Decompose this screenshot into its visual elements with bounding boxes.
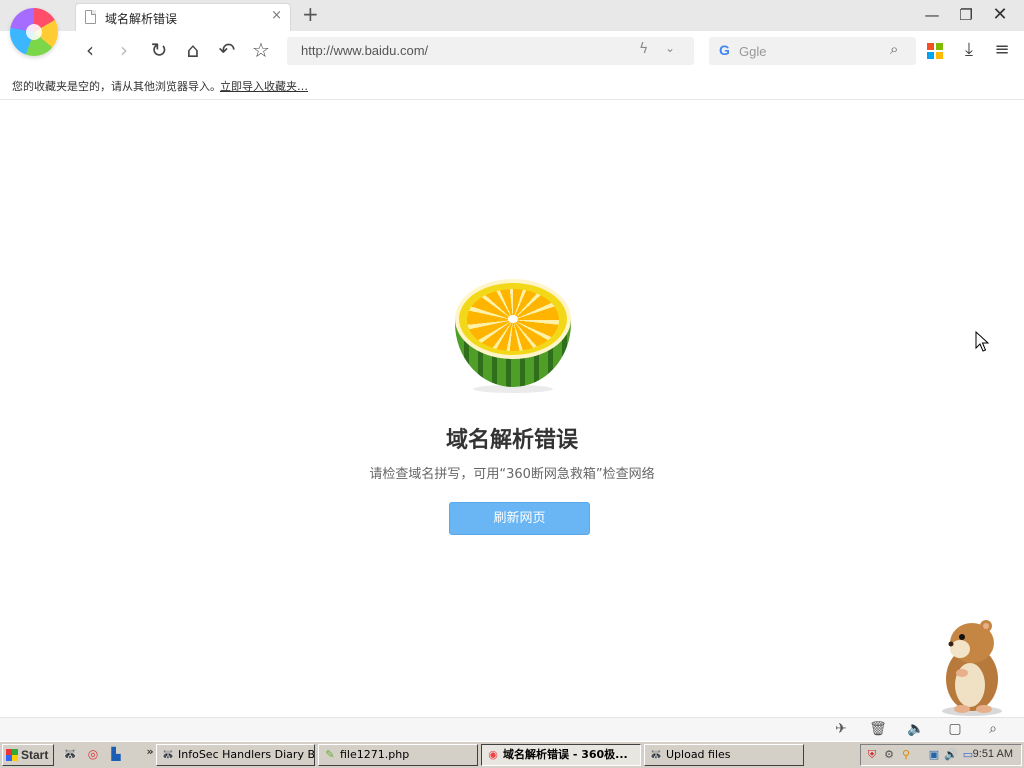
error-page: 域名解析错误 请检查域名拼写，可用“360断网急救箱”检查网络 刷新网页 — [0, 101, 1024, 717]
volume-icon[interactable]: 🔊 — [944, 748, 958, 762]
zoom-icon[interactable]: ⌕ — [983, 721, 1003, 739]
chevron-down-icon[interactable]: ⌄ — [665, 41, 675, 55]
browser-status-bar: ✈ 🗑 🔈 ▢ ⌕ — [0, 717, 1024, 741]
menu-icon[interactable]: ≡ — [990, 37, 1014, 63]
error-title: 域名解析错误 — [445, 428, 578, 453]
apps-tile — [927, 52, 934, 59]
browser-logo-icon[interactable] — [10, 8, 58, 56]
tab-title: 域名解析错误 — [105, 12, 178, 26]
address-url[interactable]: http://www.baidu.com/ — [301, 43, 428, 58]
watermelon-illustration — [455, 279, 571, 393]
network-icon[interactable]: ▣ — [927, 748, 941, 762]
search-input[interactable] — [739, 41, 879, 61]
document-icon — [85, 10, 96, 24]
clock: 9:51 AM — [972, 748, 1013, 760]
bookmark-empty-message: 您的收藏夹是空的，请从其他浏览器导入。 — [12, 80, 221, 93]
task-label: Upload files — [666, 748, 731, 761]
browser-tab[interactable]: 域名解析错误 × — [75, 3, 291, 31]
navigation-toolbar: ‹ › ↻ ⌂ ↶ ☆ http://www.baidu.com/ ϟ ⌄ G … — [0, 31, 1024, 70]
speed-mode-icon[interactable]: ϟ — [639, 41, 648, 57]
restore-button[interactable]: ❐ — [951, 3, 981, 27]
system-tray: ⛨ ⚙ ⚲ ▣ 🔊 ▭ 9:51 AM — [860, 744, 1022, 766]
tab-close-icon[interactable]: × — [271, 8, 282, 23]
hamster-mascot-icon[interactable] — [932, 617, 1008, 717]
taskbar-button[interactable]: 🦝 Upload files — [644, 744, 804, 766]
speaker-icon[interactable]: 🔈 — [906, 721, 926, 739]
start-label: Start — [21, 748, 49, 762]
bookmark-star-button[interactable]: ☆ — [248, 37, 274, 63]
search-tool-icon[interactable]: ⚲ — [899, 748, 913, 762]
app-icon: ✎ — [325, 748, 335, 761]
forward-button[interactable]: › — [111, 37, 137, 63]
app-icon: 🦝 — [161, 748, 175, 761]
shield-icon[interactable]: ⛨ — [865, 748, 879, 762]
apps-grid-icon[interactable] — [927, 43, 943, 59]
title-bar: 域名解析错误 × + — ❐ ✕ — [0, 0, 1024, 31]
address-bar[interactable]: http://www.baidu.com/ ϟ ⌄ — [287, 37, 694, 65]
apps-tile — [936, 43, 943, 50]
taskbar: Start 🦝 ◎ ▙ » 🦝 InfoSec Handlers Diary B… — [0, 741, 1024, 768]
task-label: file1271.php — [340, 748, 410, 761]
taskbar-button[interactable]: 🦝 InfoSec Handlers Diary B... — [156, 744, 315, 766]
melon-center — [508, 315, 518, 323]
quicklaunch-animal-icon[interactable]: 🦝 — [62, 747, 78, 763]
quicklaunch-browser-icon[interactable]: ◎ — [85, 747, 101, 763]
settings-icon[interactable]: ⚙ — [882, 748, 896, 762]
minimize-button[interactable]: — — [917, 3, 947, 27]
home-button[interactable]: ⌂ — [180, 37, 206, 63]
taskbar-button[interactable]: ✎ file1271.php — [318, 744, 478, 766]
reload-button[interactable]: ↻ — [146, 37, 172, 63]
import-bookmarks-link[interactable]: 立即导入收藏夹… — [220, 78, 308, 94]
apps-tile — [927, 43, 934, 50]
back-button[interactable]: ‹ — [77, 37, 103, 63]
apps-tile — [936, 52, 943, 59]
app-icon: 🦝 — [649, 748, 663, 761]
restore-closed-tab-button[interactable]: ↶ — [214, 37, 240, 63]
new-tab-button[interactable]: + — [302, 3, 319, 25]
start-button[interactable]: Start — [2, 744, 54, 766]
search-icon[interactable]: ⌕ — [890, 40, 898, 58]
app-icon: ◉ — [488, 748, 498, 761]
error-description: 请检查域名拼写，可用“360断网急救箱”检查网络 — [369, 467, 655, 482]
rocket-icon[interactable]: ✈ — [831, 721, 851, 739]
window-close-button[interactable]: ✕ — [985, 3, 1015, 27]
melon-face — [455, 279, 571, 359]
google-icon[interactable]: G — [719, 42, 730, 58]
trash-icon[interactable]: 🗑 — [868, 721, 888, 739]
refresh-page-button[interactable]: 刷新网页 — [449, 502, 590, 535]
windows-flag-icon — [6, 749, 18, 761]
bookmark-bar: 您的收藏夹是空的，请从其他浏览器导入。 立即导入收藏夹… — [0, 70, 1024, 100]
search-box[interactable]: G ⌕ — [709, 37, 916, 65]
task-label: InfoSec Handlers Diary B... — [178, 748, 315, 761]
taskbar-button-active[interactable]: ◉ 域名解析错误 - 360极... — [481, 744, 641, 766]
quicklaunch-desktop-icon[interactable]: ▙ — [108, 747, 124, 763]
task-label: 域名解析错误 - 360极... — [503, 748, 628, 761]
window-icon[interactable]: ▢ — [945, 721, 965, 739]
download-icon[interactable]: ⤓ — [957, 37, 981, 63]
